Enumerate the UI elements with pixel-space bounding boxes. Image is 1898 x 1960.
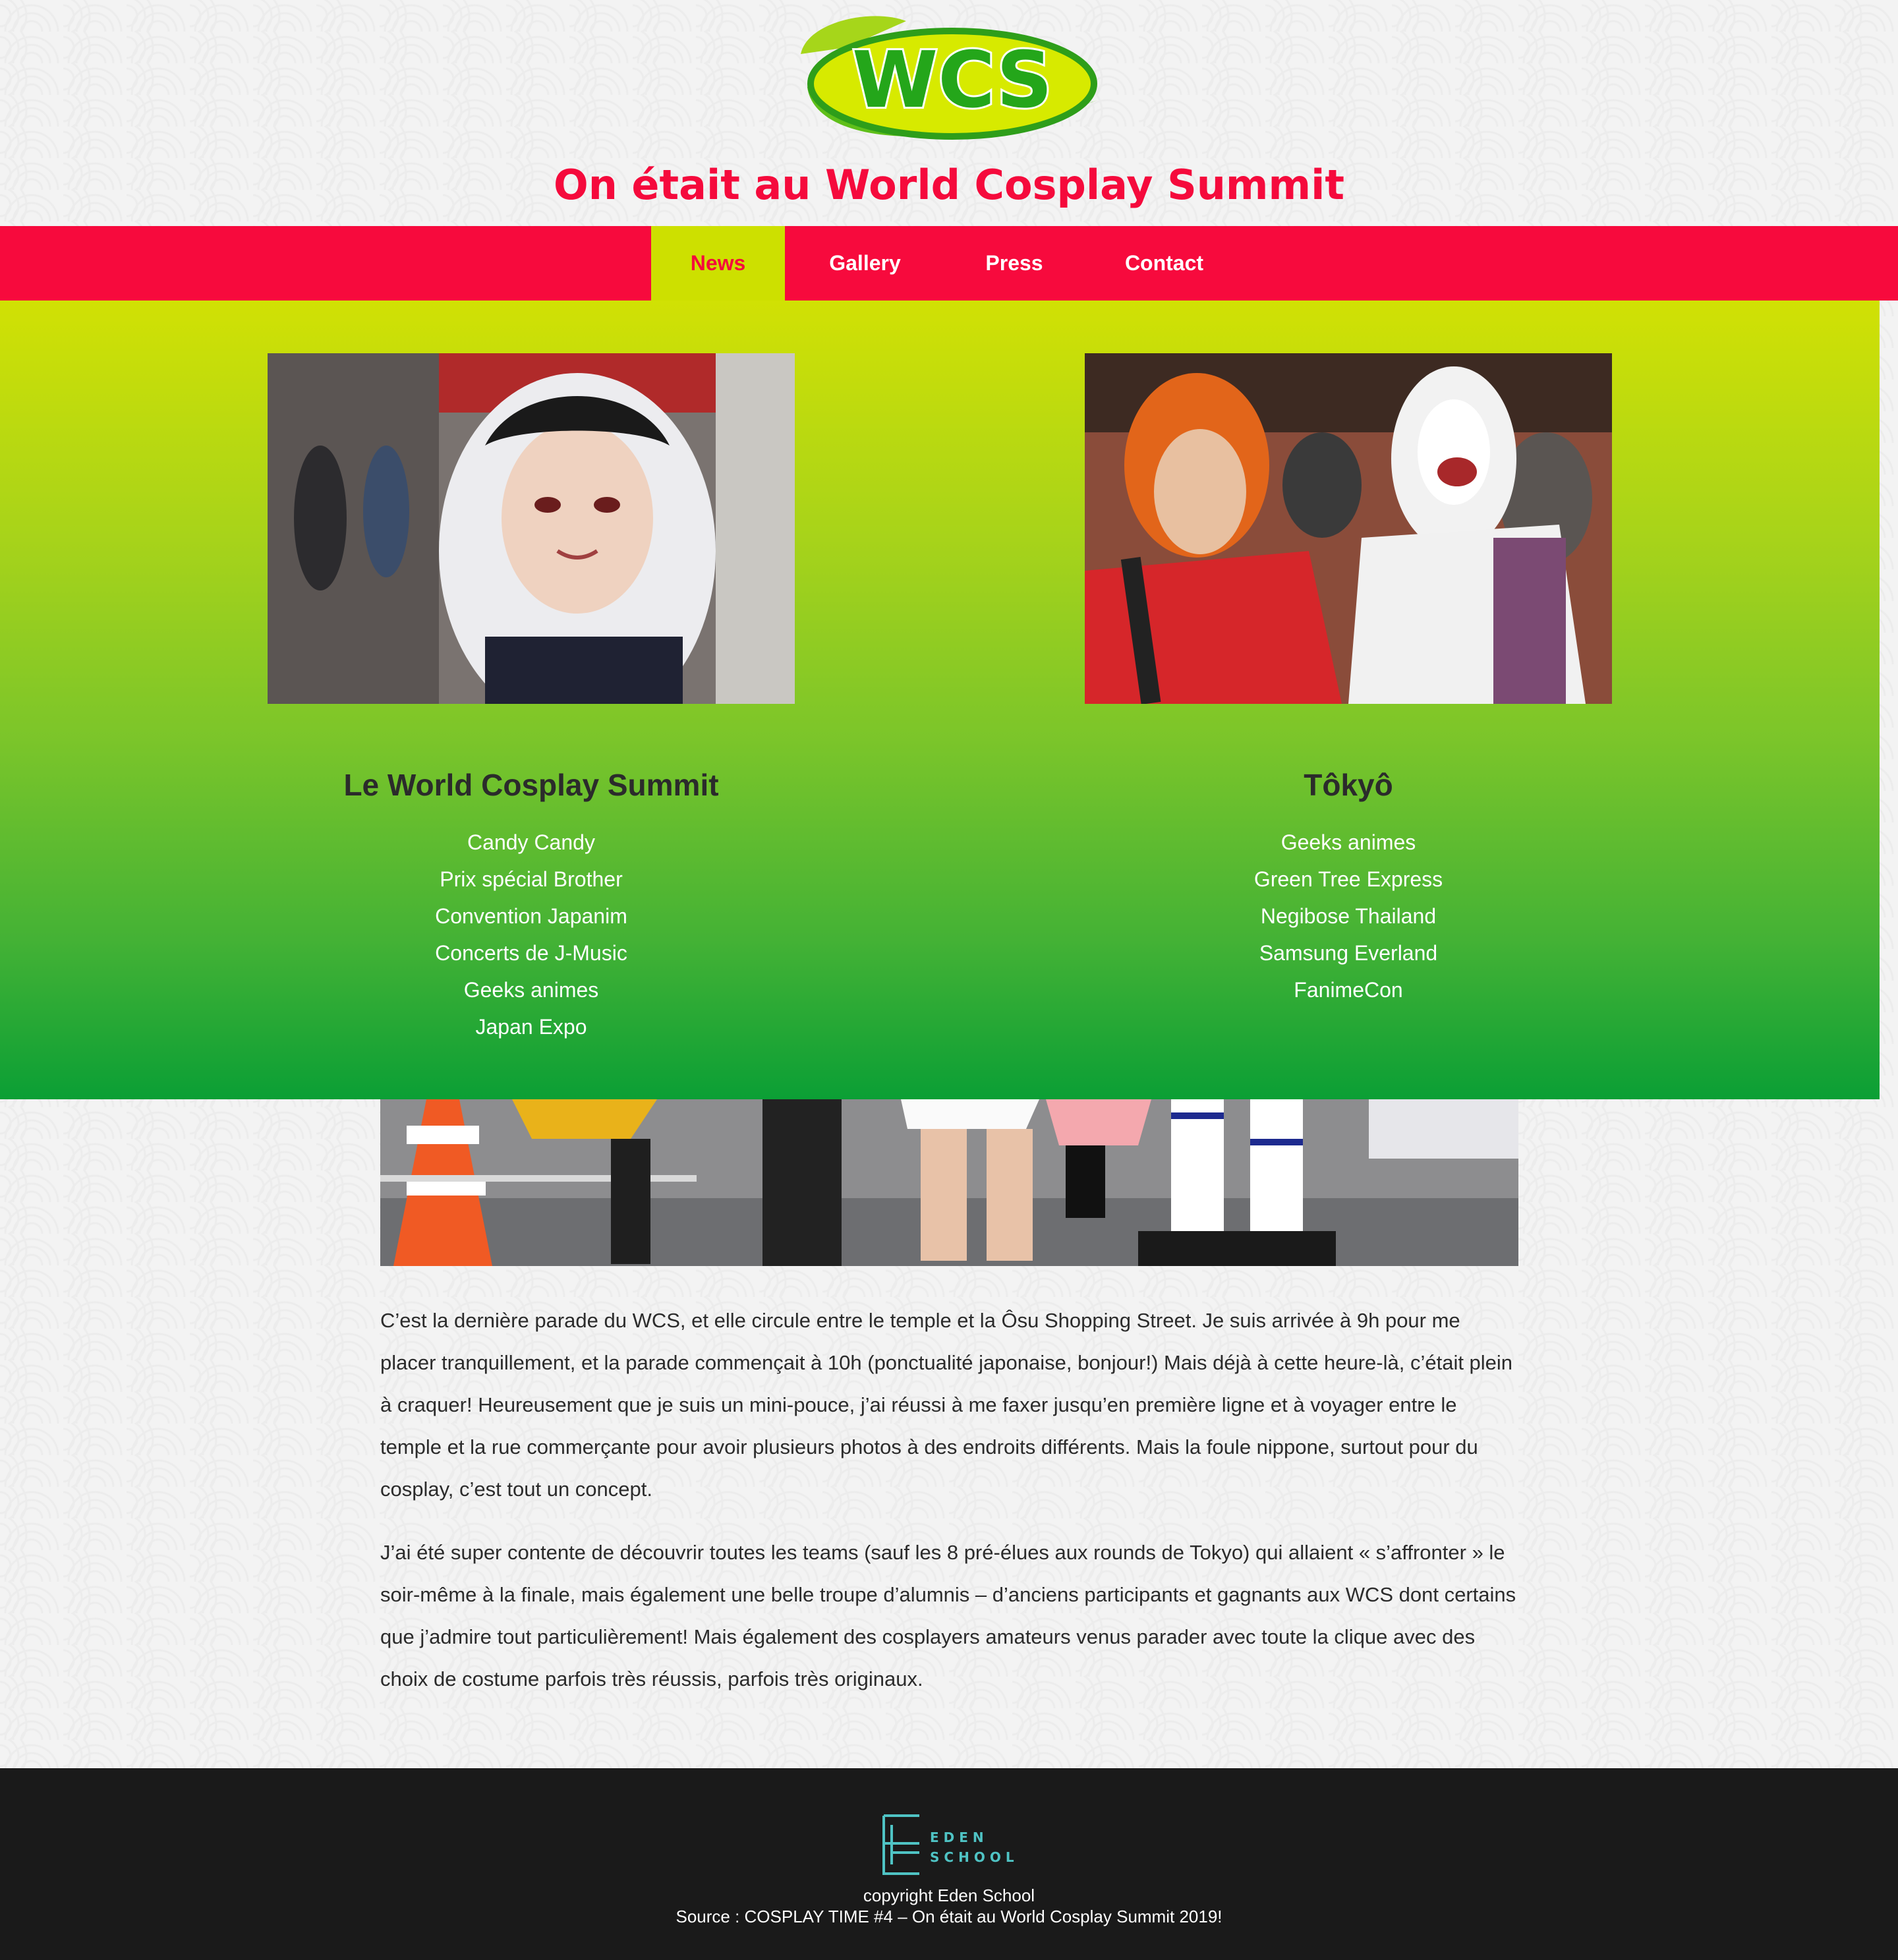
- cosplayer-photo-2[interactable]: [1085, 353, 1612, 704]
- card-1-link-6[interactable]: Japan Expo: [202, 1008, 861, 1045]
- footer: EDEN SCHOOL copyright Eden School Source…: [0, 1768, 1898, 1960]
- card-2-link-5[interactable]: FanimeCon: [1019, 971, 1678, 1008]
- article-paragraph-1: C’est la dernière parade du WCS, et elle…: [380, 1309, 1513, 1501]
- card-1-link-3[interactable]: Convention Japanim: [202, 898, 861, 935]
- nav-press[interactable]: Press: [945, 226, 1083, 301]
- card-title-1: Le World Cosplay Summit: [343, 768, 719, 802]
- nav-contact[interactable]: Contact: [1083, 226, 1245, 301]
- parade-photo: [380, 1099, 1518, 1266]
- cosplayer-photo-1[interactable]: [268, 353, 795, 704]
- card-2-link-2[interactable]: Green Tree Express: [1019, 861, 1678, 898]
- card-1-link-5[interactable]: Geeks animes: [202, 971, 861, 1008]
- main-nav: News Gallery Press Contact: [0, 226, 1898, 301]
- card-2-link-3[interactable]: Negibose Thailand: [1019, 898, 1678, 935]
- card-1-link-1[interactable]: Candy Candy: [202, 824, 861, 861]
- feature-panel: Le World Cosplay Summit Candy Candy Prix…: [0, 301, 1880, 1099]
- logo-line-school: SCHOOL: [930, 1849, 1019, 1865]
- eden-school-logo[interactable]: EDEN SCHOOL: [881, 1813, 1020, 1876]
- nav-gallery[interactable]: Gallery: [785, 226, 945, 301]
- card-1-link-4[interactable]: Concerts de J-Music: [202, 935, 861, 971]
- card-1-link-2[interactable]: Prix spécial Brother: [202, 861, 861, 898]
- logo-line-eden: EDEN: [930, 1830, 989, 1845]
- footer-source[interactable]: Source : COSPLAY TIME #4 – On était au W…: [0, 1907, 1898, 1927]
- footer-copyright: copyright Eden School: [863, 1886, 1035, 1905]
- page-title: On était au World Cosplay Summit: [553, 161, 1344, 209]
- article-body: C’est la dernière parade du WCS, et elle…: [380, 1300, 1518, 1721]
- logo-text: WCS: [852, 34, 1052, 125]
- card-2-link-4[interactable]: Samsung Everland: [1019, 935, 1678, 971]
- article-paragraph-2: J’ai été super contente de découvrir tou…: [380, 1541, 1516, 1690]
- card-list-1: Candy Candy Prix spécial Brother Convent…: [202, 824, 861, 1045]
- wcs-logo[interactable]: WCS: [794, 8, 1104, 153]
- card-2-link-1[interactable]: Geeks animes: [1019, 824, 1678, 861]
- nav-news[interactable]: News: [651, 226, 785, 301]
- card-list-2: Geeks animes Green Tree Express Negibose…: [1019, 824, 1678, 1008]
- card-title-2: Tôkyô: [1304, 768, 1393, 802]
